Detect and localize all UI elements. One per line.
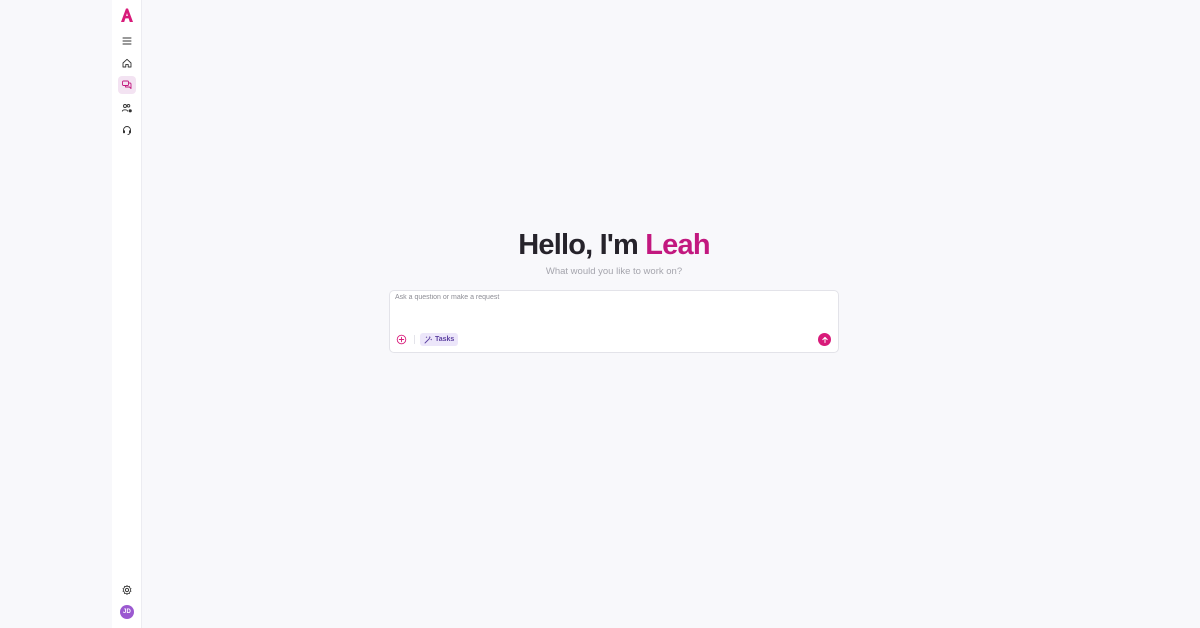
tasks-button[interactable]: Tasks <box>420 333 459 346</box>
sidebar-item-support[interactable] <box>118 121 136 139</box>
add-attachment-button[interactable] <box>396 334 407 345</box>
sidebar: JD <box>112 0 142 628</box>
sidebar-item-settings[interactable] <box>118 581 136 599</box>
home-icon <box>122 58 132 68</box>
sidebar-item-home[interactable] <box>118 54 136 72</box>
plus-circle-icon <box>396 334 407 345</box>
app-root: JD Hello, I'm Leah What would you like t… <box>0 0 1200 628</box>
gear-icon <box>122 585 132 595</box>
left-margin <box>0 0 112 628</box>
sidebar-item-people[interactable] <box>118 99 136 117</box>
app-logo[interactable] <box>119 7 135 23</box>
prompt-input[interactable] <box>395 294 833 320</box>
people-settings-icon <box>121 104 132 113</box>
send-button[interactable] <box>818 333 831 346</box>
hamburger-menu-icon <box>122 37 132 45</box>
sidebar-item-chats[interactable] <box>118 76 136 94</box>
toolbar-divider <box>414 335 415 344</box>
sidebar-item-menu[interactable] <box>118 32 136 50</box>
app-logo-icon <box>121 8 133 22</box>
chat-bubbles-icon <box>122 80 132 89</box>
arrow-up-icon <box>821 336 828 343</box>
headset-icon <box>123 126 131 135</box>
tasks-label: Tasks <box>435 336 455 343</box>
page-title: Hello, I'm Leah <box>142 229 1086 262</box>
greeting-prefix: Hello, I'm <box>518 229 646 261</box>
main-content: Hello, I'm Leah What would you like to w… <box>142 0 1200 628</box>
page-subtitle: What would you like to work on? <box>545 266 683 277</box>
assistant-name: Leah <box>645 229 710 261</box>
magic-wand-icon <box>424 335 432 343</box>
user-avatar[interactable]: JD <box>120 605 134 619</box>
prompt-composer: Tasks <box>389 290 839 353</box>
